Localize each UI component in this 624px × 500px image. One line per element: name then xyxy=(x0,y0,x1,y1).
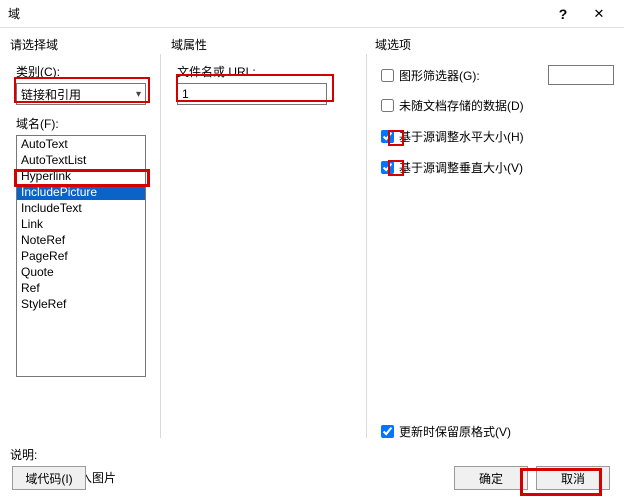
option-label: 基于源调整水平大小(H) xyxy=(399,128,524,145)
option-checkbox[interactable] xyxy=(381,69,394,82)
list-item[interactable]: NoteRef xyxy=(17,232,145,248)
option-label: 基于源调整垂直大小(V) xyxy=(399,159,523,176)
list-item[interactable]: PageRef xyxy=(17,248,145,264)
option-checkbox[interactable] xyxy=(381,161,394,174)
help-button[interactable]: ? xyxy=(548,1,578,27)
list-item[interactable]: IncludePicture xyxy=(17,184,145,200)
list-item[interactable]: IncludeText xyxy=(17,200,145,216)
list-item[interactable]: AutoTextList xyxy=(17,152,145,168)
dialog-title: 域 xyxy=(8,5,20,22)
divider xyxy=(366,54,367,438)
option-label: 图形筛选器(G): xyxy=(399,67,480,84)
category-value: 链接和引用 xyxy=(21,86,81,103)
list-item[interactable]: Quote xyxy=(17,264,145,280)
divider xyxy=(160,54,161,438)
description-label: 说明: xyxy=(10,446,614,463)
fieldnames-label: 域名(F): xyxy=(16,115,160,132)
preserve-format-checkbox[interactable] xyxy=(381,425,394,438)
option-checkbox[interactable] xyxy=(381,130,394,143)
option-label: 未随文档存储的数据(D) xyxy=(399,97,524,114)
filename-input[interactable] xyxy=(177,83,327,105)
list-item[interactable]: AutoText xyxy=(17,136,145,152)
cancel-button[interactable]: 取消 xyxy=(536,466,610,490)
list-item[interactable]: Hyperlink xyxy=(17,168,145,184)
option-checkbox[interactable] xyxy=(381,99,394,112)
category-label: 类别(C): xyxy=(16,63,160,80)
left-section-title: 请选择域 xyxy=(10,36,160,53)
close-button[interactable]: ✕ xyxy=(578,1,620,27)
fieldnames-listbox[interactable]: AutoTextAutoTextListHyperlinkIncludePict… xyxy=(16,135,146,377)
mid-section-title: 域属性 xyxy=(171,36,366,53)
ok-button[interactable]: 确定 xyxy=(454,466,528,490)
preserve-format-label: 更新时保留原格式(V) xyxy=(399,423,511,440)
list-item[interactable]: StyleRef xyxy=(17,296,145,312)
graphic-filter-input[interactable] xyxy=(548,65,614,85)
field-codes-button[interactable]: 域代码(I) xyxy=(12,466,86,490)
category-select[interactable]: 链接和引用 ▾ xyxy=(16,83,146,105)
chevron-down-icon: ▾ xyxy=(136,89,141,100)
right-section-title: 域选项 xyxy=(375,36,614,53)
list-item[interactable]: Link xyxy=(17,216,145,232)
filename-label: 文件名或 URL: xyxy=(177,63,366,80)
list-item[interactable]: Ref xyxy=(17,280,145,296)
